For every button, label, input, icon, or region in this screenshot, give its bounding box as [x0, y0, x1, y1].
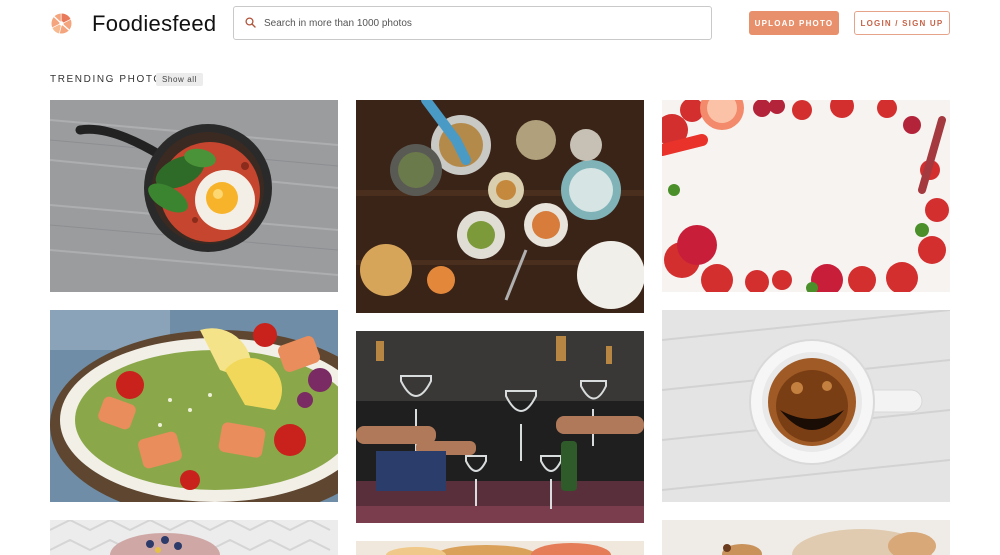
photo-wine-toast[interactable] [356, 331, 644, 523]
photo-bowl-tiles[interactable] [50, 520, 338, 555]
foodiesfeed-logo-icon[interactable] [51, 13, 72, 34]
top-bar: Foodiesfeed Upload photo Login / Sign up [0, 0, 1000, 60]
section-title: Trending photos [50, 74, 172, 85]
photo-espresso-cup[interactable] [662, 310, 950, 502]
show-all-button[interactable]: Show all [156, 73, 204, 86]
photo-fruit-frame[interactable] [662, 100, 950, 292]
search-input[interactable] [264, 7, 694, 39]
search-icon [245, 17, 256, 28]
photo-salmon-salad[interactable] [50, 310, 338, 502]
photo-pastry-plate[interactable] [662, 520, 950, 555]
brand-name[interactable]: Foodiesfeed [92, 10, 216, 38]
photo-fruit-slices[interactable] [356, 541, 644, 555]
photo-egg-skillet[interactable] [50, 100, 338, 292]
upload-photo-button[interactable]: Upload photo [749, 11, 839, 35]
photo-dinner-table[interactable] [356, 100, 644, 313]
login-signup-button[interactable]: Login / Sign up [854, 11, 950, 35]
search-bar[interactable] [233, 6, 712, 40]
